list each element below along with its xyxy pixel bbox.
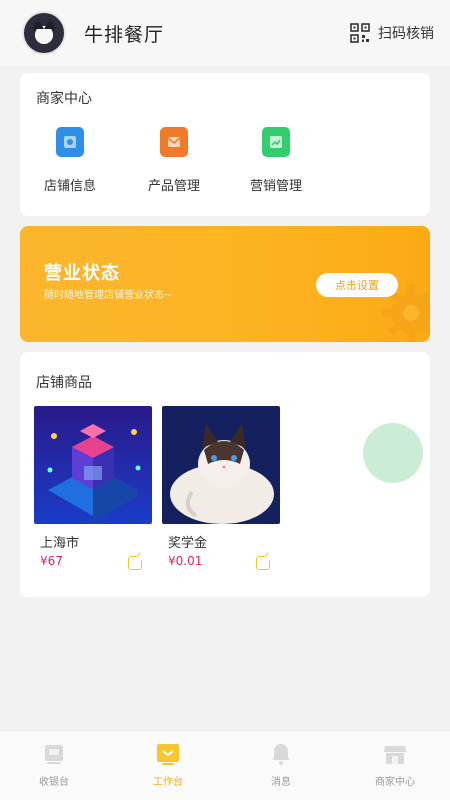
- product-image-cat: [162, 406, 280, 524]
- business-status-banner[interactable]: 营业状态 随时随地管理店铺营业状态~ 点击设置: [20, 226, 430, 342]
- shop-info-icon: [56, 127, 84, 157]
- cashier-icon: [45, 745, 63, 764]
- marketing-manage-button[interactable]: 营销管理: [236, 127, 316, 194]
- product-manage-button[interactable]: 产品管理: [134, 127, 214, 194]
- avatar[interactable]: [22, 11, 66, 55]
- store-products-title: 店铺商品: [36, 375, 92, 391]
- merchant-center-card: 商家中心 店铺信息 产品管理 营销管理: [20, 73, 430, 216]
- product-name: 奖学金: [168, 536, 208, 551]
- store-icon: [384, 746, 406, 764]
- qr-scan-icon: [350, 23, 370, 43]
- marketing-manage-label: 营销管理: [249, 179, 302, 194]
- shop-info-label: 店铺信息: [43, 179, 96, 194]
- product-manage-label: 产品管理: [147, 179, 200, 194]
- bottom-tab-bar: 收银台 工作台 消息 商家中心: [0, 730, 450, 800]
- scan-verify-label: 扫码核销: [378, 26, 434, 42]
- shop-info-button[interactable]: 店铺信息: [30, 127, 110, 194]
- scan-verify-button[interactable]: 扫码核销: [350, 23, 434, 43]
- set-status-button[interactable]: 点击设置: [316, 273, 398, 297]
- merchant-center-title: 商家中心: [36, 91, 92, 107]
- tab-messages[interactable]: 消息: [241, 741, 321, 788]
- product-manage-icon: [160, 127, 188, 157]
- tab-label: 工作台: [153, 777, 183, 788]
- product-image-isometric: [34, 406, 152, 524]
- edit-icon[interactable]: [256, 556, 270, 570]
- workbench-icon: [157, 744, 179, 765]
- tab-label: 收银台: [39, 777, 69, 788]
- shop-name: 牛排餐厅: [84, 23, 165, 46]
- tab-merchant-center[interactable]: 商家中心: [355, 741, 435, 788]
- store-products-card: 店铺商品 上海市 ¥67 奖学金 ¥0.01: [20, 352, 430, 597]
- marketing-icon: [262, 127, 290, 157]
- tab-cashier[interactable]: 收银台: [14, 741, 94, 788]
- business-status-title: 营业状态: [44, 263, 120, 284]
- business-status-subtitle: 随时随地管理店铺营业状态~: [44, 290, 173, 301]
- bell-icon: [272, 744, 290, 765]
- tab-workbench[interactable]: 工作台: [128, 741, 208, 788]
- product-item[interactable]: 上海市 ¥67: [34, 406, 152, 570]
- product-item[interactable]: 奖学金 ¥0.01: [162, 406, 280, 570]
- product-price: ¥0.01: [168, 554, 203, 568]
- tab-label: 消息: [271, 777, 291, 788]
- top-header: 牛排餐厅 扫码核销: [0, 0, 450, 66]
- product-name: 上海市: [40, 536, 80, 551]
- edit-icon[interactable]: [128, 556, 142, 570]
- floating-action-button[interactable]: [363, 423, 423, 483]
- tab-label: 商家中心: [375, 777, 415, 788]
- product-price: ¥67: [40, 554, 63, 568]
